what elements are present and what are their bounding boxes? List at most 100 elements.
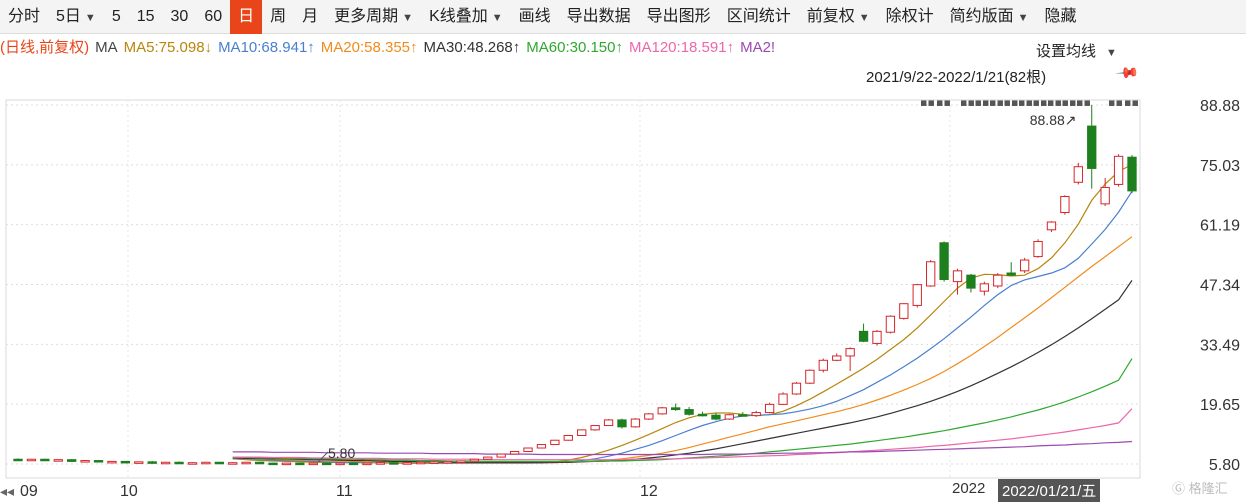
- ma-line-ma120: [232, 408, 1133, 461]
- candle-body: [483, 456, 493, 460]
- candle-body: [322, 462, 332, 466]
- candle-body: [764, 403, 775, 414]
- ma-line-ma5: [232, 163, 1133, 464]
- candle-body: [791, 382, 802, 395]
- candle-body: [1127, 156, 1137, 192]
- event-marker-icon: ▪▪: [989, 96, 1004, 109]
- candle-body: [1060, 196, 1070, 214]
- y-tick-label: 19.65: [1200, 397, 1240, 414]
- candle-body: [644, 413, 654, 420]
- x-tick-label: 10: [120, 483, 138, 500]
- candle-body: [442, 460, 453, 464]
- candle-body: [201, 461, 211, 465]
- candle-body: [711, 414, 721, 420]
- event-marker-icon: ▪▪: [1033, 96, 1048, 109]
- candle-body: [362, 462, 372, 466]
- candle-body: [93, 460, 104, 463]
- candle-body: [563, 434, 573, 441]
- ma-line-ma30: [232, 280, 1133, 463]
- candle-body: [952, 270, 963, 283]
- candle-body: [818, 359, 828, 371]
- x-tick-label: 12: [640, 483, 658, 500]
- candle-body: [147, 461, 157, 464]
- candle-body: [335, 462, 345, 466]
- y-tick-label: 75.03: [1200, 158, 1240, 175]
- ma-line-ma10: [232, 190, 1133, 464]
- event-marker-icon: ▪▪: [975, 96, 990, 109]
- candle-body: [993, 274, 1003, 287]
- x-tick-label: 11: [336, 483, 353, 500]
- watermark-logo: Ⓖ 格隆汇: [1172, 481, 1228, 496]
- high-annotation: 88.88↗: [1030, 112, 1077, 128]
- candle-body: [174, 461, 184, 465]
- candlestick-chart[interactable]: 88.88 75.03 61.19 47.34 33.49 19.65 5.80 09 10 11…: [0, 0, 1246, 500]
- candle-body: [348, 462, 359, 466]
- candle-body: [456, 460, 466, 463]
- event-marker-icon: ▪▪: [1062, 96, 1077, 109]
- candle-body: [429, 461, 439, 464]
- candle-body: [389, 462, 399, 465]
- candle-body: [13, 458, 23, 462]
- candle-body: [1113, 155, 1124, 185]
- event-marker-icon: ▪▪: [1004, 96, 1019, 109]
- candle-body: [26, 458, 37, 462]
- candle-body: [228, 462, 238, 465]
- y-tick-label: 88.88: [1200, 98, 1240, 115]
- event-marker-icon: ▪▪: [1018, 96, 1033, 109]
- candle-body: [509, 450, 520, 455]
- candle-body: [1100, 186, 1110, 205]
- candle-body: [496, 453, 506, 458]
- ma-line-ma250: [232, 440, 1133, 456]
- candle-body: [415, 461, 426, 465]
- candle-body: [214, 461, 224, 465]
- candle-body: [590, 425, 600, 431]
- candle-body: [751, 412, 761, 417]
- candle-body: [402, 462, 412, 465]
- candle-body: [1019, 259, 1030, 272]
- candle-body: [281, 462, 292, 466]
- candle-body: [160, 461, 171, 465]
- candle-body: [308, 462, 318, 466]
- event-marker-icon: ▪▪: [1047, 96, 1062, 109]
- candle-body: [268, 462, 278, 466]
- event-marker-icon: ▪▪: [1076, 96, 1091, 109]
- candle-body: [697, 413, 708, 417]
- candle-body: [805, 369, 815, 384]
- candle-body: [536, 444, 547, 449]
- candle-body: [926, 261, 936, 287]
- x-tick-label: 09: [20, 483, 38, 500]
- candle-body: [295, 462, 305, 466]
- candle-body: [872, 330, 882, 344]
- low-annotation: 5.80: [328, 445, 355, 461]
- candle-body: [53, 459, 63, 462]
- candle-body: [1046, 221, 1057, 231]
- y-tick-label: 33.49: [1200, 337, 1240, 354]
- event-marker-icon: ▪▪: [1124, 96, 1139, 109]
- candle-body: [778, 393, 788, 405]
- candle-body: [1087, 125, 1097, 169]
- event-marker-icon: ▪▪: [936, 96, 951, 109]
- ma-line-ma20: [232, 236, 1133, 464]
- candle-body: [885, 315, 896, 333]
- event-marker-icon: ▪▪: [920, 96, 935, 109]
- candle-body: [577, 429, 587, 436]
- candle-body: [603, 419, 614, 427]
- current-date-label: 2022/01/21/五: [998, 479, 1101, 502]
- candle-body: [1006, 272, 1016, 276]
- candle-body: [1073, 166, 1083, 183]
- candle-body: [254, 461, 265, 465]
- y-tick-label: 5.80: [1209, 457, 1240, 474]
- candle-body: [912, 284, 922, 306]
- candle-body: [40, 458, 50, 462]
- candle-body: [1033, 240, 1043, 258]
- candle-body: [684, 409, 694, 415]
- candle-body: [939, 242, 949, 280]
- candle-body: [469, 458, 479, 462]
- plot-frame: [5, 99, 1141, 479]
- candle-body: [738, 414, 748, 417]
- candle-body: [979, 283, 990, 292]
- scroll-left-icon: ◂◂: [0, 484, 14, 500]
- candle-body: [966, 274, 976, 289]
- event-marker-icon: ▪▪: [1108, 96, 1123, 109]
- candle-body: [858, 330, 869, 342]
